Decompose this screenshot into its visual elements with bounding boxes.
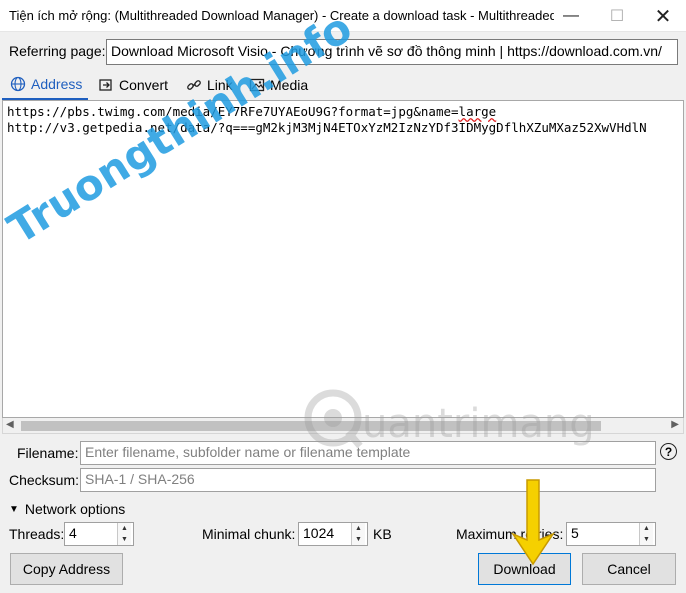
filename-label: Filename:	[17, 445, 79, 461]
tab-convert[interactable]: Convert	[90, 70, 168, 100]
referring-page-row: Referring page: Download Microsoft Visio…	[0, 38, 686, 66]
network-options-toggle[interactable]: ▼ Network options	[9, 501, 125, 517]
network-options-label: Network options	[24, 501, 126, 517]
tab-link[interactable]: Link	[178, 70, 233, 100]
title-bar: Tiện ích mở rộng: (Multithreaded Downloa…	[0, 0, 686, 32]
window-title: Tiện ích mở rộng: (Multithreaded Downloa…	[9, 8, 554, 23]
url-line: https://pbs.twimg.com/media/EY7RFe7UYAEo…	[3, 104, 683, 120]
maximize-button[interactable]: ☐	[594, 0, 640, 32]
minimize-button[interactable]: —	[548, 0, 594, 32]
help-icon[interactable]: ?	[660, 443, 677, 460]
chunk-spin-icon[interactable]: ▲ ▼	[351, 523, 365, 545]
tab-convert-label: Convert	[119, 77, 169, 93]
threads-spin-icon[interactable]: ▲ ▼	[117, 523, 131, 545]
tab-media-label: Media	[270, 77, 309, 93]
download-button[interactable]: Download	[478, 553, 571, 585]
convert-icon	[99, 79, 112, 91]
maximum-retries-value: 5	[571, 525, 579, 541]
scroll-left-icon[interactable]: ◀	[6, 419, 14, 430]
url-line-text: https://pbs.twimg.com/media/EY7RFe7UYAEo…	[7, 104, 459, 119]
url-line-spellcheck-word: large	[458, 104, 497, 119]
threads-label: Threads:	[9, 526, 65, 542]
image-icon	[249, 78, 265, 92]
copy-address-button[interactable]: Copy Address	[10, 553, 123, 585]
tab-address[interactable]: Address	[2, 70, 88, 100]
tab-bar: Address Convert Link Media	[0, 70, 686, 100]
retries-spin-icon[interactable]: ▲ ▼	[639, 523, 653, 545]
referring-page-field[interactable]: Download Microsoft Visio - Chương trình …	[106, 39, 678, 65]
horizontal-scrollbar[interactable]: ◀ ▶	[2, 418, 684, 434]
scroll-right-icon[interactable]: ▶	[671, 419, 679, 430]
globe-icon	[10, 76, 26, 92]
scrollbar-thumb[interactable]	[21, 421, 601, 431]
checksum-label: Checksum:	[9, 472, 80, 488]
chunk-unit: KB	[373, 526, 392, 542]
tab-media[interactable]: Media	[241, 70, 308, 100]
checksum-input[interactable]: SHA-1 / SHA-256	[80, 468, 656, 492]
url-line: http://v3.getpedia.net/data/?q===gM2kjM3…	[7, 120, 647, 135]
link-icon	[187, 80, 201, 90]
minimal-chunk-label: Minimal chunk:	[202, 526, 296, 542]
threads-value: 4	[69, 525, 77, 541]
maximum-retries-label: Maximum retries:	[456, 526, 564, 542]
cancel-button[interactable]: Cancel	[582, 553, 676, 585]
download-pointer-arrow	[510, 479, 556, 566]
minimal-chunk-value: 1024	[303, 525, 335, 541]
filename-input[interactable]: Enter filename, subfolder name or filena…	[80, 441, 656, 465]
collapse-triangle-icon: ▼	[9, 503, 19, 515]
referring-page-label: Referring page:	[9, 43, 106, 59]
tab-address-label: Address	[31, 76, 83, 92]
tab-link-label: Link	[207, 77, 233, 93]
close-button[interactable]: ✕	[640, 0, 686, 32]
address-textarea[interactable]: https://pbs.twimg.com/media/EY7RFe7UYAEo…	[2, 100, 684, 418]
